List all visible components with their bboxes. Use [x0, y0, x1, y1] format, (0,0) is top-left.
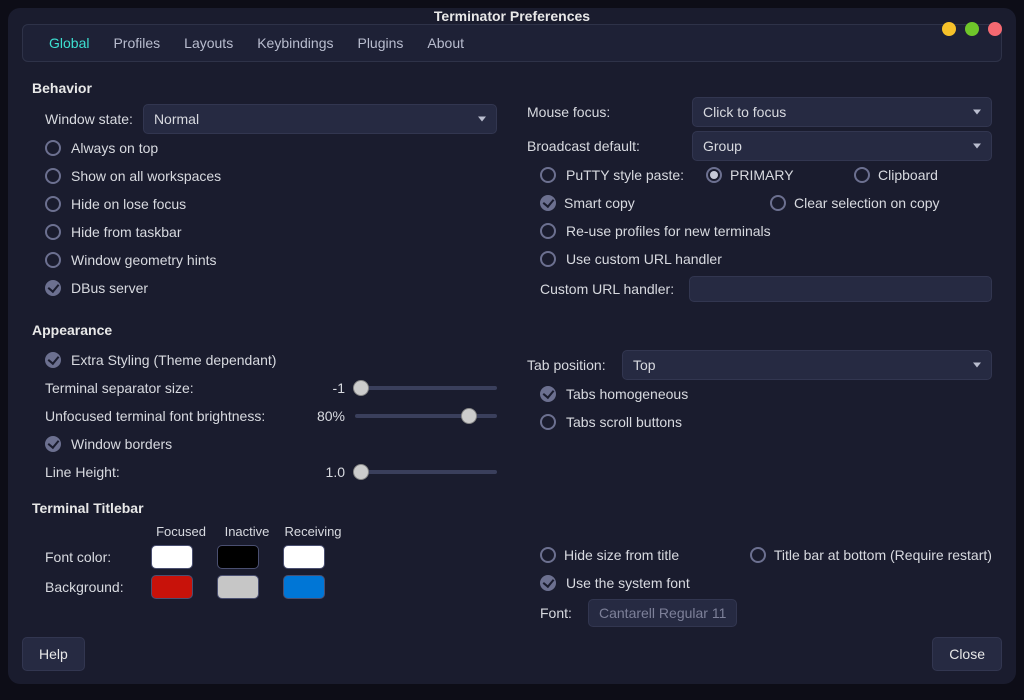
tabstrip: Global Profiles Layouts Keybindings Plug…	[22, 24, 1002, 62]
custom-url-input[interactable]	[689, 276, 992, 302]
line-height-value: 1.0	[315, 464, 345, 480]
smart-copy-label: Smart copy	[564, 195, 635, 211]
tab-profiles[interactable]: Profiles	[101, 25, 172, 61]
font-color-focused-swatch[interactable]	[151, 545, 193, 569]
background-focused-swatch[interactable]	[151, 575, 193, 599]
use-system-font-label: Use the system font	[566, 575, 690, 591]
primary-label: PRIMARY	[730, 167, 794, 183]
close-window-button[interactable]	[988, 22, 1002, 36]
col-focused-header: Focused	[151, 524, 211, 539]
background-inactive-swatch[interactable]	[217, 575, 259, 599]
tab-about[interactable]: About	[415, 25, 476, 61]
window-controls	[942, 22, 1002, 36]
smart-copy-check[interactable]	[540, 195, 556, 211]
title-bottom-check[interactable]	[750, 547, 766, 563]
font-label: Font:	[540, 605, 578, 621]
always-on-top-check[interactable]	[45, 140, 61, 156]
window-geometry-check[interactable]	[45, 252, 61, 268]
unfocused-brightness-value: 80%	[315, 408, 345, 424]
broadcast-default-select[interactable]: Group	[692, 131, 992, 161]
hide-size-check[interactable]	[540, 547, 556, 563]
tabs-scroll-label: Tabs scroll buttons	[566, 414, 682, 430]
reuse-profiles-check[interactable]	[540, 223, 556, 239]
font-field[interactable]: Cantarell Regular 11	[588, 599, 737, 627]
clipboard-radio[interactable]	[854, 167, 870, 183]
background-label: Background:	[45, 579, 145, 595]
window-geometry-label: Window geometry hints	[71, 252, 217, 268]
window-borders-check[interactable]	[45, 436, 61, 452]
window-state-select[interactable]: Normal	[143, 104, 497, 134]
mouse-focus-select[interactable]: Click to focus	[692, 97, 992, 127]
help-button[interactable]: Help	[22, 637, 85, 671]
line-height-label: Line Height:	[45, 464, 305, 480]
close-button[interactable]: Close	[932, 637, 1002, 671]
use-system-font-check[interactable]	[540, 575, 556, 591]
tab-position-select[interactable]: Top	[622, 350, 992, 380]
tabs-homogeneous-label: Tabs homogeneous	[566, 386, 688, 402]
reuse-profiles-label: Re-use profiles for new terminals	[566, 223, 771, 239]
unfocused-brightness-label: Unfocused terminal font brightness:	[45, 408, 305, 424]
background-receiving-swatch[interactable]	[283, 575, 325, 599]
tabs-homogeneous-check[interactable]	[540, 386, 556, 402]
show-all-workspaces-check[interactable]	[45, 168, 61, 184]
dbus-server-label: DBus server	[71, 280, 148, 296]
appearance-title: Appearance	[32, 322, 497, 338]
title-bottom-label: Title bar at bottom (Require restart)	[774, 547, 992, 563]
extra-styling-check[interactable]	[45, 352, 61, 368]
tab-keybindings[interactable]: Keybindings	[245, 25, 345, 61]
titlebar: Terminator Preferences	[8, 8, 1016, 24]
font-color-inactive-swatch[interactable]	[217, 545, 259, 569]
tab-plugins[interactable]: Plugins	[345, 25, 415, 61]
separator-size-value: -1	[315, 380, 345, 396]
tab-position-label: Tab position:	[527, 357, 612, 373]
font-color-label: Font color:	[45, 549, 145, 565]
show-all-workspaces-label: Show on all workspaces	[71, 168, 221, 184]
col-receiving-header: Receiving	[283, 524, 343, 539]
window-borders-label: Window borders	[71, 436, 172, 452]
tabs-scroll-check[interactable]	[540, 414, 556, 430]
window-state-label: Window state:	[45, 111, 133, 127]
tab-layouts[interactable]: Layouts	[172, 25, 245, 61]
extra-styling-label: Extra Styling (Theme dependant)	[71, 352, 276, 368]
font-color-receiving-swatch[interactable]	[283, 545, 325, 569]
hide-lose-focus-check[interactable]	[45, 196, 61, 212]
dbus-server-check[interactable]	[45, 280, 61, 296]
separator-size-slider[interactable]	[355, 386, 497, 390]
separator-size-label: Terminal separator size:	[45, 380, 305, 396]
hide-lose-focus-label: Hide on lose focus	[71, 196, 186, 212]
hide-size-label: Hide size from title	[564, 547, 679, 563]
clear-selection-label: Clear selection on copy	[794, 195, 940, 211]
window-title: Terminator Preferences	[434, 8, 590, 24]
tab-global[interactable]: Global	[37, 25, 101, 61]
behavior-title: Behavior	[32, 80, 497, 96]
use-custom-url-check[interactable]	[540, 251, 556, 267]
custom-url-label: Custom URL handler:	[540, 281, 679, 297]
unfocused-brightness-slider[interactable]	[355, 414, 497, 418]
maximize-button[interactable]	[965, 22, 979, 36]
primary-radio[interactable]	[706, 167, 722, 183]
line-height-slider[interactable]	[355, 470, 497, 474]
col-inactive-header: Inactive	[217, 524, 277, 539]
broadcast-default-label: Broadcast default:	[527, 138, 682, 154]
mouse-focus-label: Mouse focus:	[527, 104, 682, 120]
clear-selection-check[interactable]	[770, 195, 786, 211]
hide-from-taskbar-check[interactable]	[45, 224, 61, 240]
minimize-button[interactable]	[942, 22, 956, 36]
terminal-titlebar-title: Terminal Titlebar	[32, 500, 497, 516]
clipboard-label: Clipboard	[878, 167, 938, 183]
putty-paste-check[interactable]	[540, 167, 556, 183]
always-on-top-label: Always on top	[71, 140, 158, 156]
use-custom-url-label: Use custom URL handler	[566, 251, 722, 267]
hide-from-taskbar-label: Hide from taskbar	[71, 224, 181, 240]
putty-paste-label: PuTTY style paste:	[566, 167, 696, 183]
